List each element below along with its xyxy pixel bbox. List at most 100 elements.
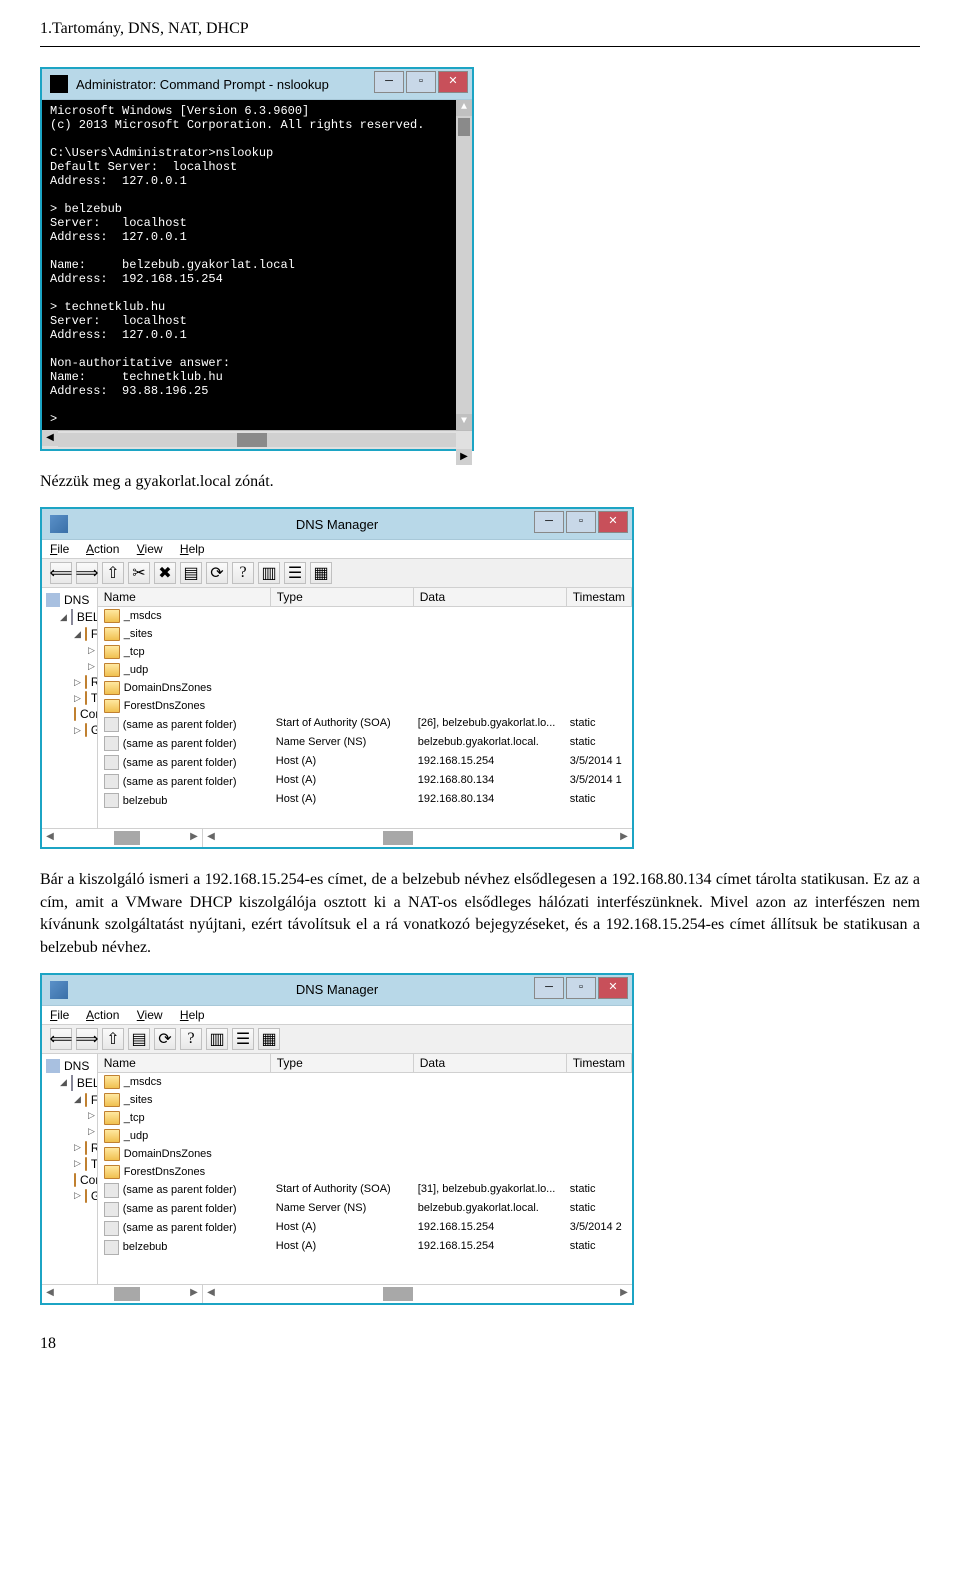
dns2-tree[interactable]: DNS ◢BELZEBUB ◢Forward Lookup Zones ▷_ms… [42,1054,98,1284]
table-row[interactable]: belzebubHost (A)192.168.80.134static [98,791,632,810]
table-row[interactable]: (same as parent folder)Host (A)192.168.1… [98,1219,632,1238]
table-row[interactable]: _udp [98,1127,632,1145]
menu-file[interactable]: File [50,542,69,556]
table-row[interactable]: _tcp [98,643,632,661]
scroll-thumb[interactable] [383,831,413,845]
scroll-right-icon[interactable]: ▶ [616,829,632,845]
tree-gl[interactable]: ▷Global Logs [46,722,93,738]
scroll-left-icon[interactable]: ◀ [203,1285,219,1301]
expand-icon[interactable]: ▷ [74,677,81,688]
dns2-bottom-scrollbar[interactable]: ◀ ▶ ◀ ▶ [42,1284,632,1303]
tree-tp[interactable]: ▷Trust Points [46,690,93,706]
options-icon[interactable]: ▦ [310,562,332,584]
expand-icon[interactable]: ▷ [74,725,81,736]
menu-action[interactable]: Action [86,542,119,556]
tree-root[interactable]: DNS [46,1058,93,1074]
delete-icon[interactable]: ✖ [154,562,176,584]
table-row[interactable]: _msdcs [98,1073,632,1091]
new-icon[interactable]: ▤ [128,1028,150,1050]
col-name-header[interactable]: Name [98,1054,271,1072]
tree-zone-1[interactable]: ▷_msdcs.gyakorlat.loc [46,1108,93,1124]
back-button[interactable]: ⟸ [50,1028,72,1050]
scroll-left-icon[interactable]: ◀ [42,829,58,845]
filter-icon[interactable]: ▥ [206,1028,228,1050]
cut-icon[interactable]: ✂ [128,562,150,584]
find-icon[interactable]: ☰ [284,562,306,584]
table-row[interactable]: (same as parent folder)Start of Authorit… [98,715,632,734]
expand-icon[interactable]: ▷ [74,1142,81,1153]
col-ts-header[interactable]: Timestam [567,588,632,606]
col-type-header[interactable]: Type [271,1054,414,1072]
up-button[interactable]: ⇧ [102,562,124,584]
hscroll-thumb[interactable] [237,433,267,447]
console-hscroll[interactable]: ◀ ▶ [42,430,472,449]
help-icon[interactable]: ? [180,1028,202,1050]
table-row[interactable]: DomainDnsZones [98,1145,632,1163]
scroll-left-icon[interactable]: ◀ [203,829,219,845]
table-row[interactable]: _msdcs [98,607,632,625]
col-data-header[interactable]: Data [414,588,567,606]
expand-icon[interactable]: ▷ [88,661,95,672]
refresh-icon[interactable]: ⟳ [154,1028,176,1050]
up-button[interactable]: ⇧ [102,1028,124,1050]
scroll-thumb[interactable] [114,1287,140,1301]
collapse-icon[interactable]: ◢ [60,612,67,623]
tree-zone-2[interactable]: ▷gyakorlat.local [46,658,93,674]
tree-flz[interactable]: ◢Forward Lookup Zones [46,1092,93,1108]
col-data-header[interactable]: Data [414,1054,567,1072]
col-ts-header[interactable]: Timestam [567,1054,632,1072]
table-row[interactable]: _udp [98,661,632,679]
menu-view[interactable]: View [137,1008,163,1022]
scroll-right-icon[interactable]: ▶ [186,1285,202,1301]
cmd-titlebar[interactable]: Administrator: Command Prompt - nslookup… [42,69,472,100]
console-scrollbar[interactable]: ▲▼ [456,100,472,430]
scroll-down-icon[interactable]: ▼ [456,414,472,430]
minimize-button[interactable]: ─ [534,977,564,999]
scroll-thumb[interactable] [458,118,470,136]
table-row[interactable]: _sites [98,625,632,643]
scroll-right-icon[interactable]: ▶ [186,829,202,845]
collapse-icon[interactable]: ◢ [60,1077,67,1088]
maximize-button[interactable]: ▫ [406,71,436,93]
console-body[interactable]: Microsoft Windows [Version 6.3.9600] (c)… [42,100,472,430]
back-button[interactable]: ⟸ [50,562,72,584]
expand-icon[interactable]: ▷ [74,693,81,704]
dns1-tree[interactable]: DNS ◢BELZEBUB ◢Forward Lookup Zones ▷_ms… [42,588,98,828]
expand-icon[interactable]: ▷ [88,645,95,656]
table-row[interactable]: _tcp [98,1109,632,1127]
table-row[interactable]: ForestDnsZones [98,697,632,715]
close-button[interactable]: ✕ [438,71,468,93]
scroll-up-icon[interactable]: ▲ [456,100,472,116]
expand-icon[interactable]: ▷ [74,1158,81,1169]
col-name-header[interactable]: Name [98,588,271,606]
minimize-button[interactable]: ─ [374,71,404,93]
scroll-thumb[interactable] [383,1287,413,1301]
scroll-thumb[interactable] [114,831,140,845]
scroll-right-icon[interactable]: ▶ [456,449,472,465]
scroll-left-icon[interactable]: ◀ [42,430,58,446]
tree-root[interactable]: DNS [46,592,93,608]
menu-help[interactable]: Help [180,542,205,556]
dns1-bottom-scrollbar[interactable]: ◀ ▶ ◀ ▶ [42,828,632,847]
menu-view[interactable]: View [137,542,163,556]
tree-rlz[interactable]: ▷Reverse Lookup Zones [46,674,93,690]
tree-tp[interactable]: ▷Trust Points [46,1156,93,1172]
expand-icon[interactable]: ▷ [88,1110,95,1121]
menu-help[interactable]: Help [180,1008,205,1022]
expand-icon[interactable]: ▷ [74,1190,81,1201]
menu-file[interactable]: File [50,1008,69,1022]
tree-cf[interactable]: Conditional Forwarders [46,1172,93,1188]
close-button[interactable]: ✕ [598,511,628,533]
properties-icon[interactable]: ▤ [180,562,202,584]
collapse-icon[interactable]: ◢ [74,629,81,640]
tree-gl[interactable]: ▷Global Logs [46,1188,93,1204]
table-row[interactable]: belzebubHost (A)192.168.15.254static [98,1238,632,1257]
table-row[interactable]: (same as parent folder)Host (A)192.168.1… [98,753,632,772]
table-row[interactable]: (same as parent folder)Name Server (NS)b… [98,1200,632,1219]
options-icon[interactable]: ▦ [258,1028,280,1050]
dns2-list[interactable]: Name Type Data Timestam _msdcs_sites_tcp… [98,1054,632,1284]
scroll-left-icon[interactable]: ◀ [42,1285,58,1301]
maximize-button[interactable]: ▫ [566,511,596,533]
expand-icon[interactable]: ▷ [88,1126,95,1137]
close-button[interactable]: ✕ [598,977,628,999]
